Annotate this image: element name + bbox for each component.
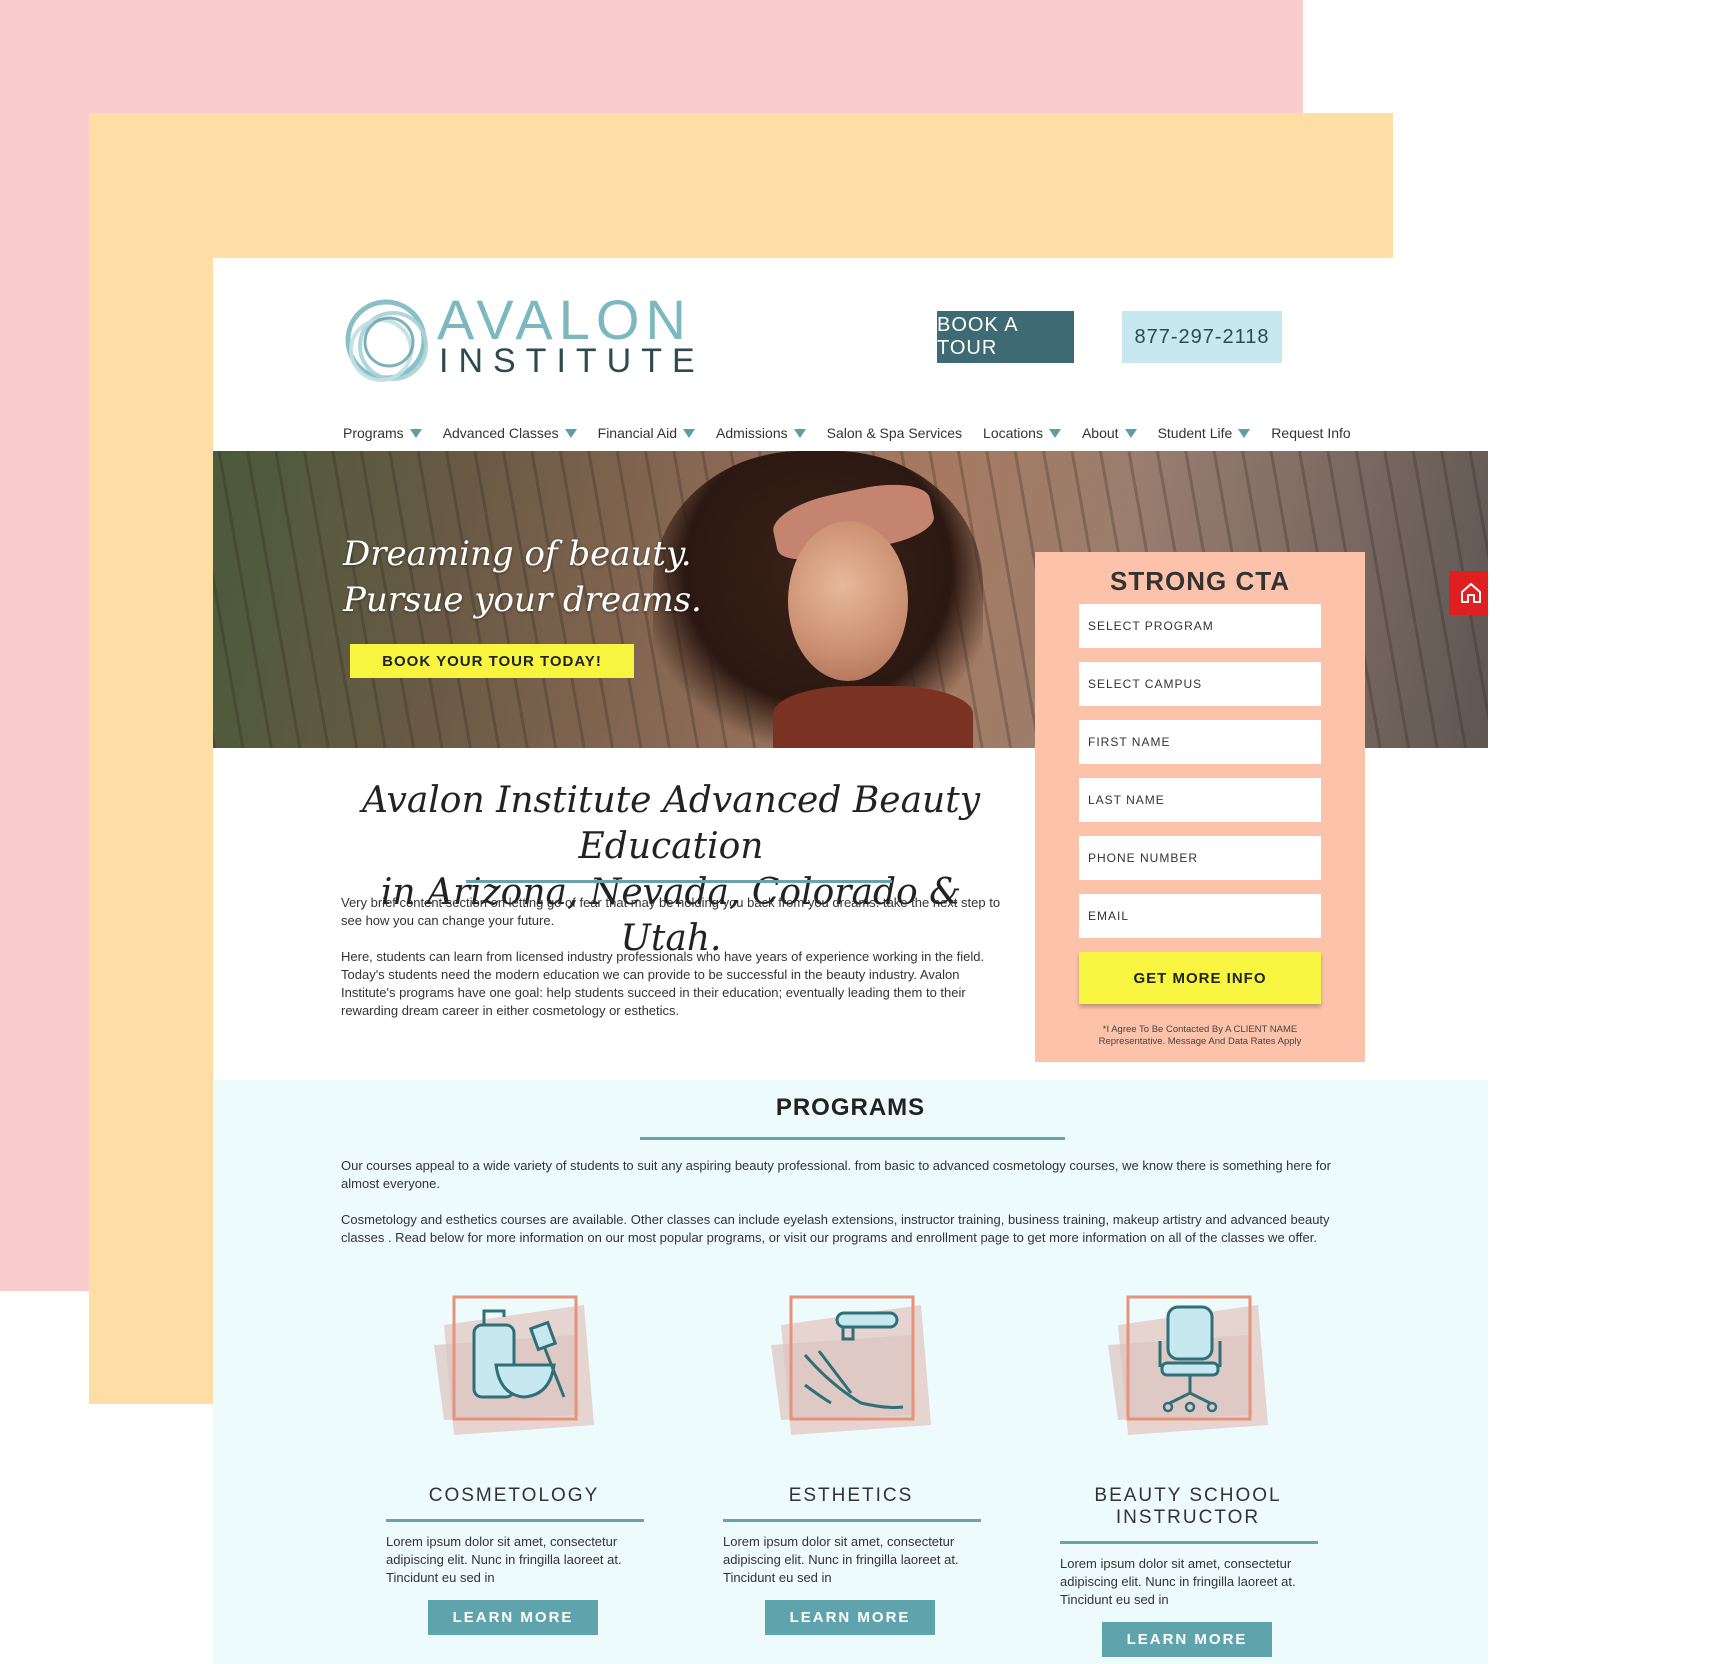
hero-title-line-2: Pursue your dreams.	[343, 580, 702, 620]
hero-photo-sweater	[773, 686, 973, 748]
logo-rings-icon	[345, 299, 428, 382]
divider	[466, 880, 892, 883]
nav-label: Programs	[343, 425, 404, 441]
cosmetology-icon	[434, 1295, 594, 1435]
program-card-title: COSMETOLOGY	[384, 1485, 644, 1507]
last-name-field[interactable]: LAST NAME	[1079, 778, 1321, 822]
nav-item-advanced-classes[interactable]: Advanced Classes	[443, 425, 577, 441]
intro-paragraph-2: Here, students can learn from licensed i…	[341, 949, 985, 1018]
nav-label: Request Info	[1271, 425, 1351, 441]
esthetics-icon	[771, 1295, 931, 1435]
hero-title: Dreaming of beauty. Pursue your dreams.	[343, 531, 702, 623]
chevron-down-icon	[793, 428, 806, 438]
card-title-line: ESTHETICS	[788, 1485, 914, 1506]
nav-label: Advanced Classes	[442, 425, 559, 441]
card-title-line: COSMETOLOGY	[428, 1485, 600, 1506]
nav-item-locations[interactable]: Locations	[983, 425, 1061, 441]
nav-item-financial-aid[interactable]: Financial Aid	[597, 425, 696, 441]
program-card-description: Lorem ipsum dolor sit amet, consectetur …	[1060, 1556, 1296, 1607]
chevron-down-icon	[409, 428, 422, 438]
hero-photo-face	[788, 521, 908, 681]
programs-paragraph-1: Our courses appeal to a wide variety of …	[341, 1158, 1331, 1191]
intro-paragraph-1: Very brief content section on letting go…	[341, 895, 1001, 928]
card-title-line: BEAUTY SCHOOL	[1094, 1485, 1282, 1506]
divider	[640, 1137, 1065, 1140]
lead-form: STRONG CTA SELECT PROGRAM SELECT CAMPUS …	[1035, 552, 1365, 1062]
nav-item-salon-spa-services[interactable]: Salon & Spa Services	[827, 425, 962, 441]
programs-paragraph-2: Cosmetology and esthetics courses are av…	[341, 1212, 1330, 1245]
chair-icon	[1108, 1295, 1268, 1435]
program-card-description: Lorem ipsum dolor sit amet, consectetur …	[386, 1534, 622, 1585]
nav-label: Financial Aid	[597, 425, 678, 441]
chevron-down-icon	[564, 428, 577, 438]
logo[interactable]: AVALON INSTITUTE	[341, 292, 695, 394]
home-button[interactable]	[1449, 571, 1488, 615]
phone-button[interactable]: 877-297-2118	[1122, 311, 1282, 363]
website-mockup: AVALON INSTITUTE BOOK A TOUR 877-297-211…	[213, 258, 1488, 1664]
get-more-info-button[interactable]: GET MORE INFO	[1079, 952, 1321, 1004]
chevron-down-icon	[683, 428, 696, 438]
programs-heading: PROGRAMS	[775, 1094, 926, 1121]
card-title-line: INSTRUCTOR	[1115, 1507, 1261, 1528]
disclaimer-line-1: *I Agree To Be Contacted By A CLIENT NAM…	[1102, 1024, 1298, 1035]
nav-item-request-info[interactable]: Request Info	[1271, 425, 1350, 441]
disclaimer-line-2: Representative. Message And Data Rates A…	[1098, 1036, 1302, 1047]
book-your-tour-button[interactable]: BOOK YOUR TOUR TODAY!	[350, 644, 634, 678]
select-campus-field[interactable]: SELECT CAMPUS	[1079, 662, 1321, 706]
learn-more-button[interactable]: LEARN MORE	[1102, 1622, 1272, 1657]
learn-more-button[interactable]: LEARN MORE	[765, 1600, 935, 1635]
program-card-description: Lorem ipsum dolor sit amet, consectetur …	[723, 1534, 959, 1585]
intro-heading-line-1: Avalon Institute Advanced Beauty Educati…	[361, 780, 981, 867]
chevron-down-icon	[1238, 428, 1251, 438]
nav-item-student-life[interactable]: Student Life	[1158, 425, 1251, 441]
book-tour-button[interactable]: BOOK A TOUR	[937, 311, 1074, 363]
nav-label: Admissions	[716, 425, 788, 441]
logo-wordmark: AVALON	[437, 288, 692, 351]
nav-label: About	[1081, 425, 1119, 441]
form-title: STRONG CTA	[1110, 566, 1290, 596]
first-name-field[interactable]: FIRST NAME	[1079, 720, 1321, 764]
home-icon	[1461, 583, 1481, 603]
learn-more-button[interactable]: LEARN MORE	[428, 1600, 598, 1635]
nav-item-admissions[interactable]: Admissions	[716, 425, 806, 441]
form-disclaimer: *I Agree To Be Contacted By A CLIENT NAM…	[1065, 1024, 1335, 1048]
programs-section: PROGRAMS Our courses appeal to a wide va…	[213, 1080, 1488, 1664]
divider	[386, 1519, 644, 1522]
logo-subtitle: INSTITUTE	[439, 342, 705, 380]
divider	[723, 1519, 981, 1522]
main-nav: Programs Advanced Classes Financial Aid …	[343, 418, 1372, 448]
phone-number-field[interactable]: PHONE NUMBER	[1079, 836, 1321, 880]
program-card-title: BEAUTY SCHOOL INSTRUCTOR	[1058, 1485, 1318, 1529]
chevron-down-icon	[1124, 428, 1137, 438]
intro-heading: Avalon Institute Advanced Beauty Educati…	[331, 778, 1011, 962]
email-field[interactable]: EMAIL	[1079, 894, 1321, 938]
hero-title-line-1: Dreaming of beauty.	[343, 534, 692, 574]
program-card-title: ESTHETICS	[721, 1485, 981, 1507]
nav-label: Locations	[983, 425, 1043, 441]
chevron-down-icon	[1048, 428, 1061, 438]
nav-label: Salon & Spa Services	[826, 425, 963, 441]
select-program-field[interactable]: SELECT PROGRAM	[1079, 604, 1321, 648]
nav-label: Student Life	[1157, 425, 1233, 441]
nav-item-about[interactable]: About	[1082, 425, 1137, 441]
nav-item-programs[interactable]: Programs	[343, 425, 422, 441]
divider	[1060, 1541, 1318, 1544]
